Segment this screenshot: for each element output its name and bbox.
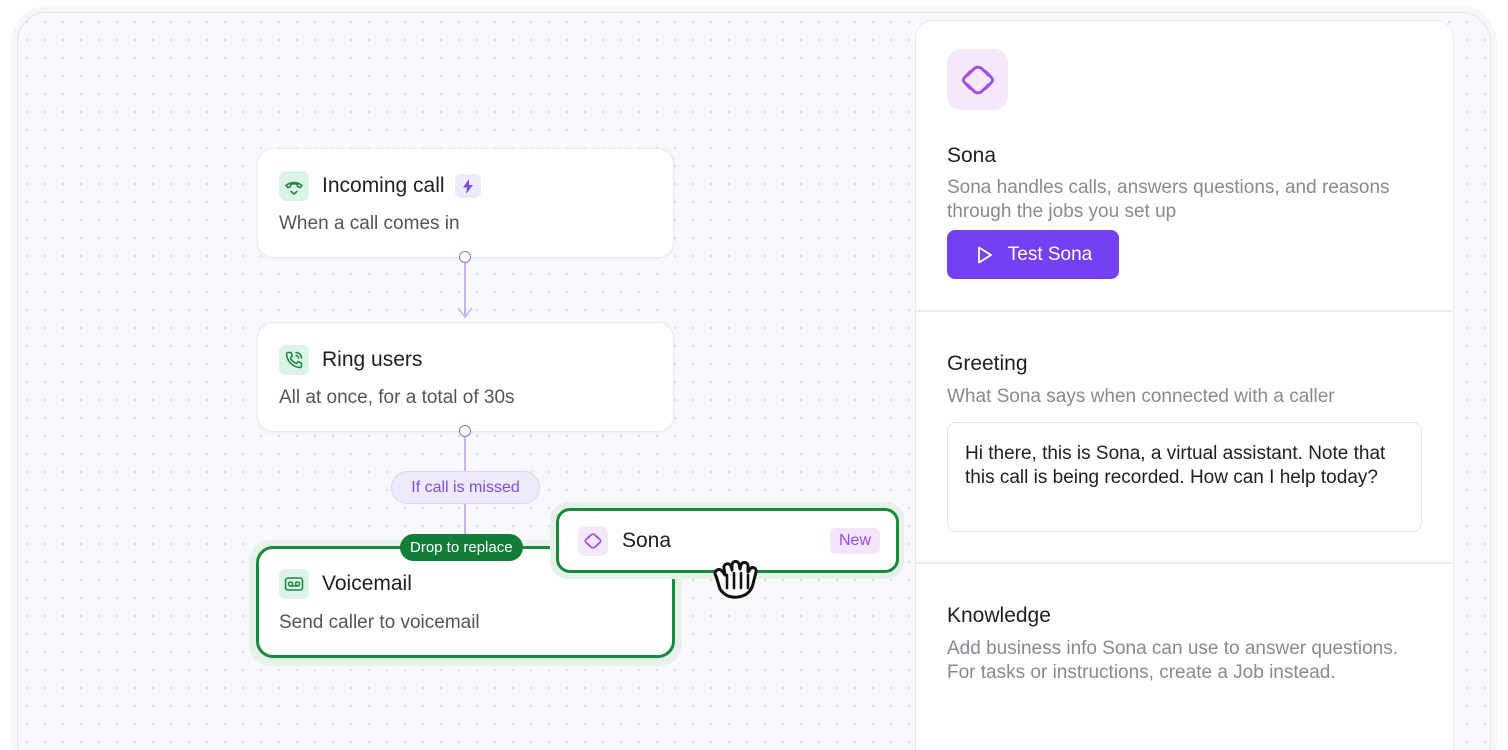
knowledge-description: Add business info Sona can use to answer… bbox=[947, 638, 1399, 683]
phone-ring-icon bbox=[279, 345, 309, 375]
section-divider bbox=[916, 562, 1452, 564]
connector-line bbox=[464, 504, 466, 536]
drop-to-replace-badge: Drop to replace bbox=[400, 534, 523, 561]
greeting-textarea[interactable]: Hi there, this is Sona, a virtual assist… bbox=[947, 422, 1422, 532]
voicemail-icon bbox=[279, 569, 309, 599]
ring-users-node[interactable]: Ring users All at once, for a total of 3… bbox=[257, 322, 674, 432]
ring-users-title: Ring users bbox=[322, 348, 423, 371]
ring-users-subtitle: All at once, for a total of 30s bbox=[279, 387, 515, 408]
sona-logo-icon bbox=[947, 49, 1008, 110]
connector-line bbox=[464, 437, 466, 471]
new-badge: New bbox=[829, 528, 880, 554]
sona-drag-label: Sona bbox=[622, 528, 672, 552]
sona-icon bbox=[578, 525, 608, 556]
incoming-call-icon bbox=[279, 171, 309, 201]
arrow-down-icon bbox=[457, 307, 473, 319]
knowledge-title: Knowledge bbox=[947, 604, 1051, 627]
panel-title: Sona bbox=[947, 144, 997, 167]
connector-port[interactable] bbox=[459, 251, 471, 263]
incoming-call-node[interactable]: Incoming call When a call comes in bbox=[257, 148, 674, 258]
grab-cursor-icon bbox=[713, 560, 758, 599]
bolt-icon bbox=[454, 174, 481, 198]
voicemail-title: Voicemail bbox=[322, 572, 412, 595]
incoming-call-subtitle: When a call comes in bbox=[279, 213, 460, 234]
sona-settings-panel: Sona Sona handles calls, answers questio… bbox=[915, 20, 1454, 750]
voicemail-subtitle: Send caller to voicemail bbox=[279, 612, 480, 633]
section-divider bbox=[916, 310, 1452, 312]
test-sona-button[interactable]: Test Sona bbox=[947, 230, 1119, 279]
play-icon bbox=[974, 245, 994, 265]
greeting-title: Greeting bbox=[947, 352, 1028, 375]
incoming-call-title: Incoming call bbox=[322, 174, 445, 197]
condition-label[interactable]: If call is missed bbox=[391, 471, 540, 504]
greeting-description: What Sona says when connected with a cal… bbox=[947, 386, 1335, 407]
panel-description: Sona handles calls, answers questions, a… bbox=[947, 177, 1390, 222]
connector-port[interactable] bbox=[459, 425, 471, 437]
test-sona-label: Test Sona bbox=[1007, 243, 1093, 265]
